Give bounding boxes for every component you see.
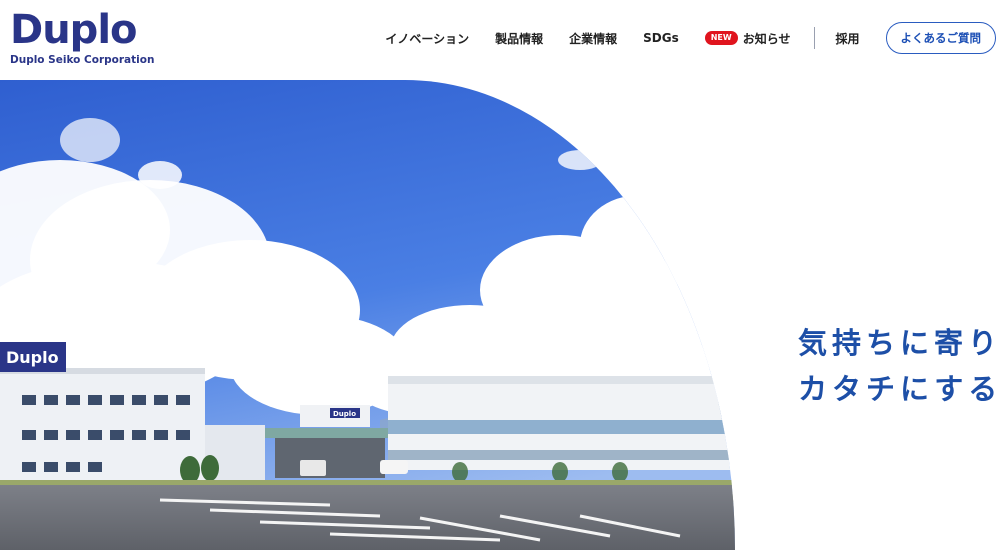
logo-company-name: Duplo Seiko Corporation <box>10 54 155 66</box>
hero-tagline: 気持ちに寄り カタチにする <box>798 320 1000 412</box>
nav-item-news-label: お知らせ <box>742 31 791 46</box>
nav-divider <box>814 27 816 49</box>
faq-button[interactable]: よくあるご質問 <box>885 22 996 54</box>
nav-item-products[interactable]: 製品情報 <box>495 30 543 47</box>
svg-text:Duplo: Duplo <box>333 410 356 418</box>
nav-item-news[interactable]: NEW お知らせ <box>704 30 791 47</box>
factory-photo: Duplo Duplo <box>0 80 735 550</box>
nav-item-innovation[interactable]: イノベーション <box>385 30 469 47</box>
nav-item-recruit[interactable]: 採用 <box>835 30 859 47</box>
brand-logo[interactable]: Duplo Duplo Seiko Corporation <box>10 8 154 66</box>
main-nav: イノベーション 製品情報 企業情報 SDGs NEW お知らせ 採用 よくあるご… <box>385 22 996 54</box>
parking-lot <box>0 485 735 550</box>
hero-image: Duplo Duplo <box>0 80 735 550</box>
nav-item-company[interactable]: 企業情報 <box>569 30 617 47</box>
tagline-line-1: 気持ちに寄り <box>798 326 1000 360</box>
site-header: Duplo Duplo Seiko Corporation イノベーション 製品… <box>0 0 1000 80</box>
factory-building <box>388 376 735 470</box>
logo-wordmark: Duplo <box>10 7 138 53</box>
building-sign: Duplo <box>6 348 59 367</box>
tagline-line-2: カタチにする <box>798 372 1000 406</box>
nav-item-sdgs[interactable]: SDGs <box>643 31 679 45</box>
new-badge: NEW <box>704 31 738 45</box>
